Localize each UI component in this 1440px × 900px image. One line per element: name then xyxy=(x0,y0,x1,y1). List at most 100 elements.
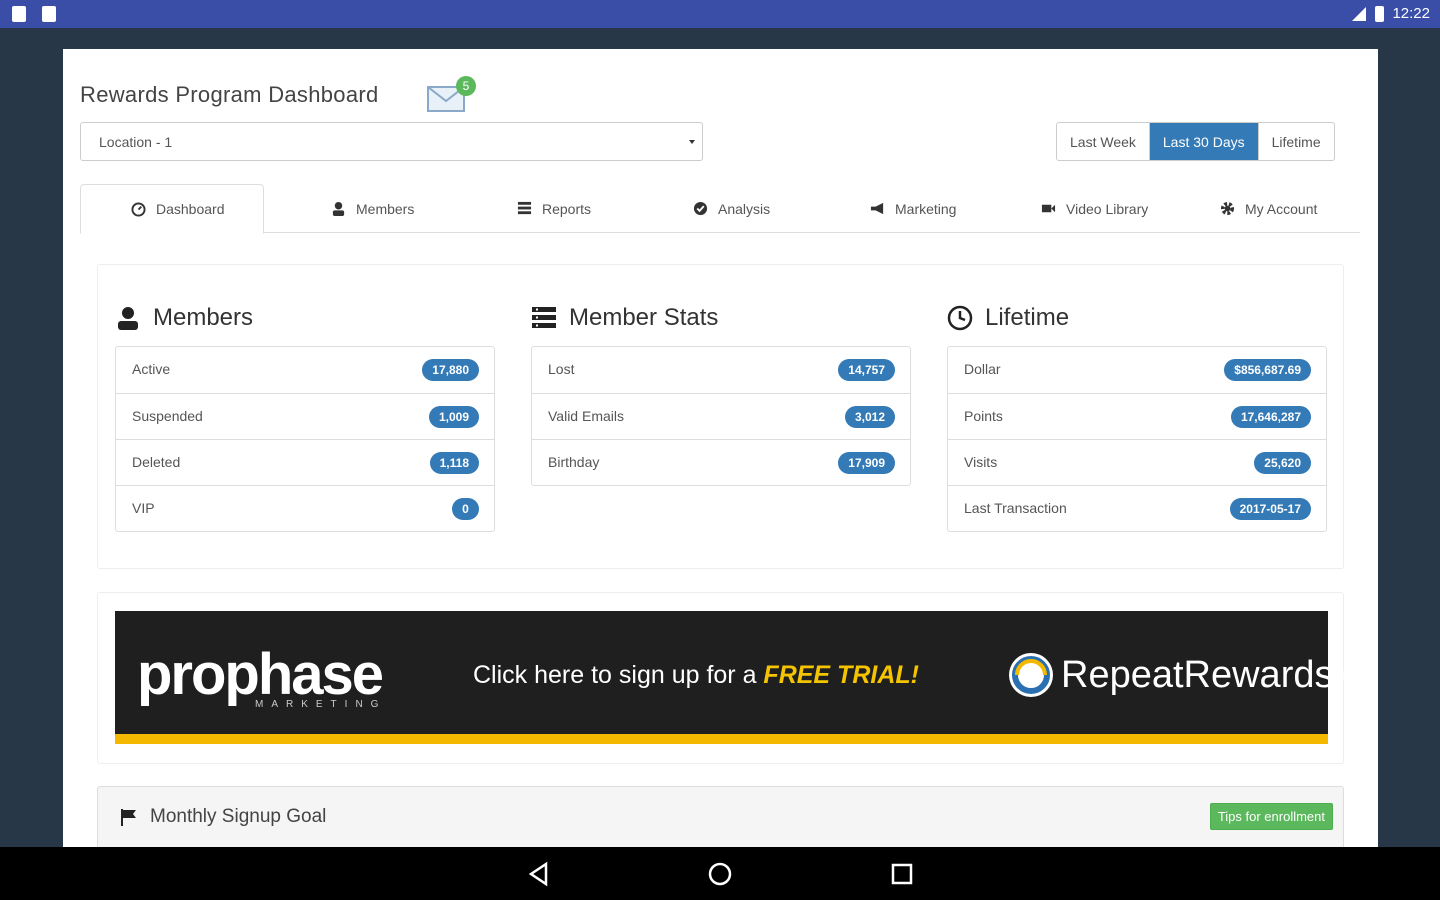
count-badge: 3,012 xyxy=(844,406,895,428)
banner-stripe xyxy=(115,734,1328,744)
repeat-rewards-text: RepeatRewards xyxy=(1061,653,1334,696)
banner-panel: prophase MARKETING Click here to sign up… xyxy=(97,592,1350,764)
tab-label: Dashboard xyxy=(156,201,225,217)
member-stats-list: Lost 14,757 Valid Emails 3,012 Birthday 17,… xyxy=(531,346,911,486)
user-icon xyxy=(332,201,345,216)
gear-icon xyxy=(1220,201,1235,216)
item-label: Points xyxy=(964,408,1003,424)
item-label: VIP xyxy=(132,500,155,516)
tab-label: Members xyxy=(356,200,415,217)
range-lifetime[interactable]: Lifetime xyxy=(1257,123,1334,160)
count-badge: 14,757 xyxy=(838,359,895,381)
tab-label: Video Library xyxy=(1066,200,1149,217)
tab-video-library[interactable]: Video Library xyxy=(1041,184,1148,233)
list-item: VIP 0 xyxy=(116,485,494,531)
free-trial-cta: Click here to sign up for a FREE TRIAL! xyxy=(473,661,919,690)
tab-label: My Account xyxy=(1245,200,1318,217)
page-title: Rewards Program Dashboard xyxy=(80,82,379,107)
list-item: Valid Emails 3,012 xyxy=(532,393,910,439)
members-title: Members xyxy=(153,304,254,331)
lifetime-column: Lifetime Dollar $856,687.69 Points 17,646,… xyxy=(947,300,1327,532)
recents-icon[interactable] xyxy=(889,861,915,887)
user-icon xyxy=(118,307,138,330)
count-badge: 17,909 xyxy=(838,452,895,474)
dashboard-card: Rewards Program Dashboard 5 Location - 1… xyxy=(63,49,1378,847)
video-icon xyxy=(1041,204,1056,213)
registered-mark: ® xyxy=(1339,667,1350,683)
list-item: Points 17,646,287 xyxy=(948,393,1326,439)
prophase-logo-sub: MARKETING xyxy=(255,699,387,710)
item-label: Deleted xyxy=(132,454,181,470)
signal-icon xyxy=(1352,6,1367,21)
list-item: Visits 25,620 xyxy=(948,439,1326,485)
back-icon[interactable] xyxy=(526,861,552,887)
flag-icon xyxy=(121,809,136,826)
count-badge: $856,687.69 xyxy=(1224,359,1311,381)
list-item: Active 17,880 xyxy=(116,347,494,393)
status-bar: 12:22 xyxy=(0,0,1440,28)
tab-marketing[interactable]: Marketing xyxy=(870,184,956,233)
clock-icon xyxy=(947,305,973,331)
lifetime-list: Dollar $856,687.69 Points 17,646,287 Visit… xyxy=(947,346,1327,532)
count-badge: 25,620 xyxy=(1254,452,1311,474)
location-select[interactable]: Location - 1 xyxy=(80,122,703,161)
list-icon xyxy=(517,201,532,215)
list-item: Suspended 1,009 xyxy=(116,393,494,439)
location-select-value: Location - 1 xyxy=(99,134,173,150)
count-badge: 1,118 xyxy=(429,452,479,474)
count-badge: 0 xyxy=(452,498,479,520)
member-stats-column: Member Stats Lost 14,757 Valid Emails 3,01… xyxy=(531,300,911,486)
battery-icon xyxy=(1375,5,1385,22)
members-heading: Members xyxy=(115,300,495,336)
item-label: Visits xyxy=(964,454,998,470)
repeat-rewards-logo: RepeatRewards ® xyxy=(1007,651,1350,699)
dashboard-icon xyxy=(131,201,146,217)
list-item: Lost 14,757 xyxy=(532,347,910,393)
tab-dashboard[interactable]: Dashboard xyxy=(80,184,264,234)
item-label: Last Transaction xyxy=(964,500,1067,516)
caret-down-icon xyxy=(689,140,695,144)
range-last-30-days[interactable]: Last 30 Days xyxy=(1148,123,1258,160)
check-circle-icon xyxy=(693,201,708,216)
range-last-week[interactable]: Last Week xyxy=(1057,123,1149,160)
signup-goal-heading: Monthly Signup Goal xyxy=(120,806,326,828)
signup-goal-title: Monthly Signup Goal xyxy=(150,806,327,827)
tab-analysis[interactable]: Analysis xyxy=(693,184,770,233)
tab-my-account[interactable]: My Account xyxy=(1220,184,1317,233)
nav-tabs: Dashboard Members Reports Analysis Marke… xyxy=(80,184,1360,234)
list-icon xyxy=(532,307,556,328)
date-range-group: Last Week Last 30 Days Lifetime xyxy=(1056,122,1335,161)
home-icon[interactable] xyxy=(707,861,733,887)
members-list: Active 17,880 Suspended 1,009 Deleted 1,118… xyxy=(115,346,495,532)
lifetime-heading: Lifetime xyxy=(947,300,1327,336)
count-badge: 2017-05-17 xyxy=(1229,498,1311,520)
item-label: Lost xyxy=(548,361,575,377)
repeat-rewards-icon xyxy=(1009,653,1053,697)
item-label: Birthday xyxy=(548,454,600,470)
tab-label: Marketing xyxy=(895,200,957,217)
list-item: Birthday 17,909 xyxy=(532,439,910,485)
tab-label: Reports xyxy=(542,200,592,217)
mail-badge: 5 xyxy=(456,76,476,96)
nav-bar xyxy=(0,847,1440,900)
free-trial-banner[interactable]: prophase MARKETING Click here to sign up… xyxy=(115,611,1350,744)
member-stats-heading: Member Stats xyxy=(531,300,911,336)
lifetime-title: Lifetime xyxy=(985,304,1070,331)
notification-icon xyxy=(12,6,26,22)
members-column: Members Active 17,880 Suspended 1,009 Dele… xyxy=(115,300,495,532)
tab-members[interactable]: Members xyxy=(331,184,414,233)
tips-enrollment-button[interactable]: Tips for enrollment xyxy=(1209,803,1333,830)
item-label: Valid Emails xyxy=(548,408,624,424)
list-item: Last Transaction 2017-05-17 xyxy=(948,485,1326,531)
megaphone-icon xyxy=(870,202,884,215)
stats-panel: Members Active 17,880 Suspended 1,009 Dele… xyxy=(97,264,1344,569)
cta-text: Click here to sign up for a xyxy=(473,661,764,689)
list-item: Deleted 1,118 xyxy=(116,439,494,485)
member-stats-title: Member Stats xyxy=(569,304,719,331)
list-item: Dollar $856,687.69 xyxy=(948,347,1326,393)
notification-icon-2 xyxy=(42,6,56,22)
tab-reports[interactable]: Reports xyxy=(517,184,591,233)
signup-goal-panel: Monthly Signup Goal Tips for enrollment xyxy=(97,786,1344,847)
count-badge: 1,009 xyxy=(428,406,479,428)
cta-highlight: FREE TRIAL! xyxy=(763,661,919,689)
